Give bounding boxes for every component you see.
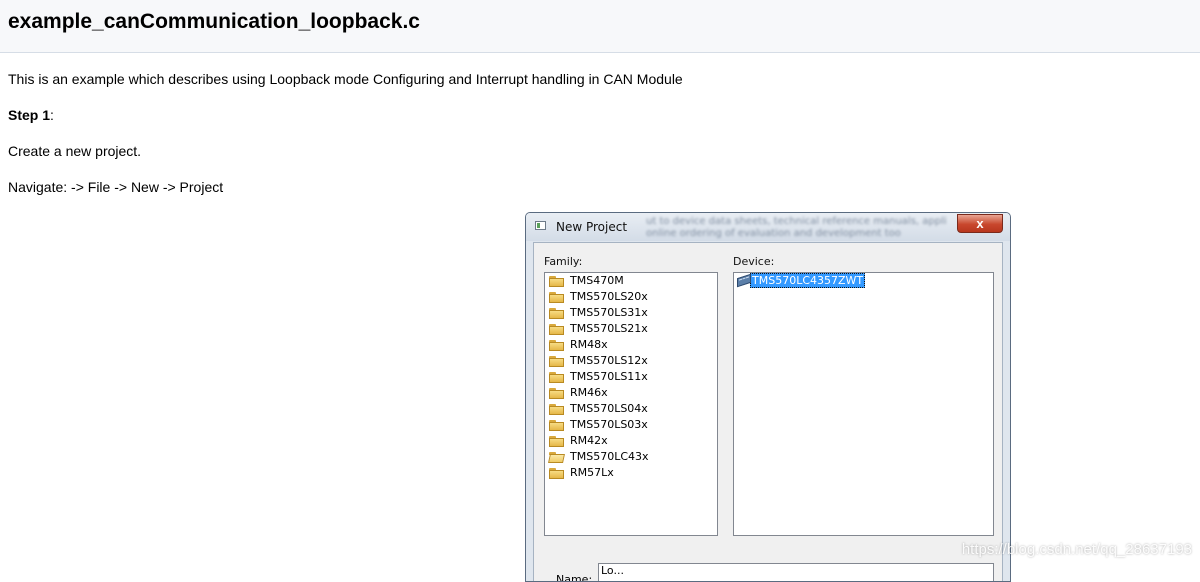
step-heading: Step 1: [8,107,54,123]
family-label: Family: [544,255,583,268]
close-icon: x [976,216,984,231]
family-item[interactable]: TMS570LS31x [545,305,717,321]
folder-icon [549,276,564,287]
family-item-label: TMS570LS12x [570,354,648,367]
window-icon [535,221,546,230]
step-colon: : [50,107,54,123]
folder-icon [549,356,564,367]
name-label: Name: [556,573,593,582]
family-item[interactable]: TMS570LS12x [545,353,717,369]
page-title: example_canCommunication_loopback.c [8,10,420,33]
create-text: Create a new project. [8,143,142,159]
intro-text: This is an example which describes using… [8,71,683,87]
family-item-label: RM57Lx [570,466,614,479]
navigate-text: Navigate: -> File -> New -> Project [8,179,224,195]
device-label: Device: [733,255,775,268]
family-listbox[interactable]: TMS470M TMS570LS20x TMS570LS31x TMS570LS21x… [544,272,718,536]
dialog-client-area: Family: Device: TMS470M TMS570LS20x TMS570… [533,242,1003,582]
family-item-label: TMS470M [570,274,624,287]
doc-header: example_canCommunication_loopback.c [0,0,1200,53]
family-item[interactable]: RM48x [545,337,717,353]
family-item-label: RM46x [570,386,608,399]
family-item[interactable]: TMS570LS11x [545,369,717,385]
device-listbox[interactable]: TMS570LC4357ZWT [733,272,994,536]
step-label: Step 1 [8,107,51,123]
family-item-label: TMS570LS21x [570,322,648,335]
open-folder-icon [548,452,565,463]
family-item-label: RM42x [570,434,608,447]
folder-icon [549,468,564,479]
blurred-line: ut to device data sheets, technical refe… [646,216,947,227]
family-item-label: RM48x [570,338,608,351]
folder-icon [549,436,564,447]
dialog-title: New Project [556,220,628,234]
folder-icon [549,404,564,415]
family-item[interactable]: TMS570LC43x [545,449,717,465]
folder-icon [549,308,564,319]
folder-icon [549,292,564,303]
watermark: https://blog.csdn.net/qq_28637193 [961,541,1192,558]
project-name-input[interactable]: Lo... [598,563,994,581]
folder-icon [549,324,564,335]
family-item[interactable]: TMS570LS03x [545,417,717,433]
device-item[interactable]: TMS570LC4357ZWT [734,273,993,289]
folder-icon [549,340,564,351]
blurred-line: online ordering of evaluation and develo… [646,228,901,239]
folder-icon [549,372,564,383]
new-project-dialog: New Project ut to device data sheets, te… [525,212,1011,582]
family-item-label: TMS570LS20x [570,290,648,303]
family-item[interactable]: RM42x [545,433,717,449]
family-item-label: TMS570LC43x [570,450,649,463]
family-item[interactable]: TMS570LS20x [545,289,717,305]
family-item-label: TMS570LS11x [570,370,648,383]
family-item-label: TMS570LS04x [570,402,648,415]
family-item[interactable]: RM57Lx [545,465,717,481]
folder-icon [549,388,564,399]
family-item-label: TMS570LS03x [570,418,648,431]
family-item[interactable]: TMS470M [545,273,717,289]
family-item[interactable]: TMS570LS04x [545,401,717,417]
family-item[interactable]: TMS570LS21x [545,321,717,337]
dialog-titlebar[interactable]: New Project ut to device data sheets, te… [526,213,1010,241]
family-item[interactable]: RM46x [545,385,717,401]
close-button[interactable]: x [957,214,1003,233]
folder-icon [549,420,564,431]
chip-icon [737,273,751,288]
blurred-background-text: ut to device data sheets, technical refe… [646,216,947,240]
device-item-label: TMS570LC4357ZWT [750,273,866,288]
family-item-label: TMS570LS31x [570,306,648,319]
